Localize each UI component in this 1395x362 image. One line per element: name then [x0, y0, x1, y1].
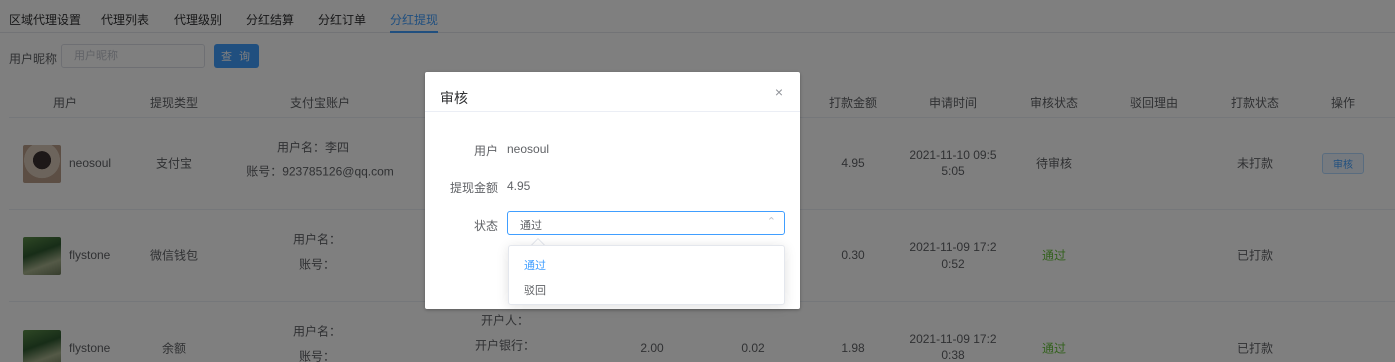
user-label: 用户: [473, 144, 498, 158]
dialog-header: 审核 ×: [425, 72, 800, 112]
close-icon[interactable]: ×: [775, 84, 783, 100]
status-select[interactable]: 通过 ⌃: [507, 211, 785, 235]
option-approve[interactable]: 通过: [524, 257, 546, 273]
option-reject[interactable]: 驳回: [524, 282, 546, 298]
status-label: 状态: [473, 219, 498, 233]
dialog-title: 审核: [440, 90, 468, 106]
amount-value: 4.95: [507, 179, 531, 193]
amount-label: 提现金额: [449, 181, 498, 195]
chevron-up-icon: ⌃: [766, 216, 776, 228]
status-dropdown: 通过 驳回: [508, 245, 785, 305]
user-value: neosoul: [507, 142, 550, 156]
status-select-value: 通过: [520, 220, 542, 232]
